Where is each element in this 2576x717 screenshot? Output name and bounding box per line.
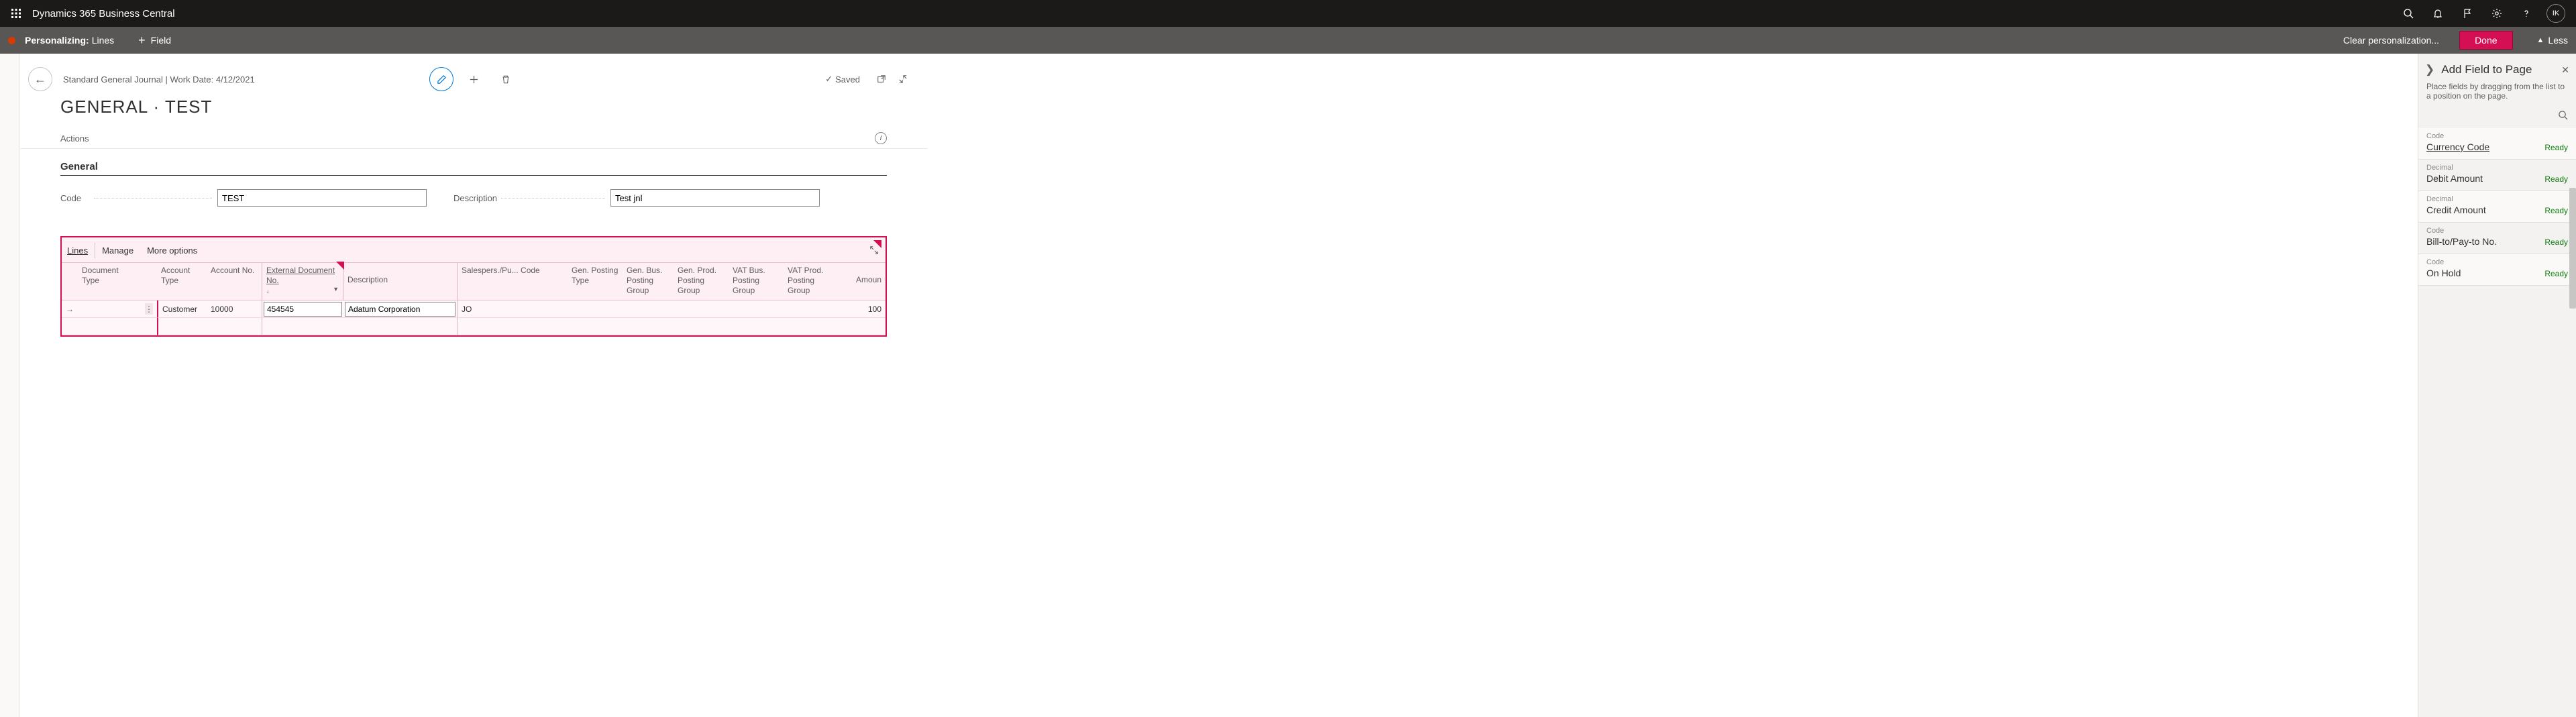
info-icon[interactable]: i — [875, 132, 887, 144]
general-fasttab-heading[interactable]: General — [60, 161, 887, 176]
cell-gen-prod-posting-group[interactable] — [674, 300, 729, 318]
tab-lines[interactable]: Lines — [67, 243, 95, 258]
cell-account-no[interactable]: 10000 — [207, 300, 262, 318]
description-field[interactable] — [610, 189, 820, 207]
lines-part: Lines Manage More options Document Type … — [60, 236, 887, 337]
field-item[interactable]: CodeBill-to/Pay-to No. Ready — [2418, 223, 2576, 254]
sort-asc-icon: ↓ — [266, 288, 270, 294]
app-launcher-icon[interactable] — [5, 3, 27, 24]
tab-more-options[interactable]: More options — [140, 243, 204, 258]
col-amount[interactable]: Amoun — [845, 262, 885, 300]
field-state: Ready — [2544, 237, 2568, 247]
code-label: Code — [60, 193, 85, 203]
chevron-up-icon: ▲ — [2537, 36, 2544, 44]
col-description[interactable]: Description — [343, 262, 458, 300]
field-name: Bill-to/Pay-to No. — [2426, 236, 2497, 247]
panel-title: Add Field to Page — [2441, 63, 2532, 76]
left-rail — [0, 54, 20, 717]
scrollbar[interactable] — [2569, 188, 2576, 309]
field-item[interactable]: Code Currency Code Ready — [2418, 128, 2576, 160]
cell-vat-bus-posting-group[interactable] — [729, 300, 784, 318]
field-type: Code — [2426, 227, 2568, 235]
field-state: Ready — [2544, 174, 2568, 184]
search-icon[interactable] — [2558, 110, 2568, 120]
notifications-icon[interactable] — [2423, 0, 2453, 27]
cell-description[interactable] — [343, 300, 458, 318]
panel-description: Place fields by dragging from the list t… — [2418, 82, 2576, 107]
field-name: Credit Amount — [2426, 205, 2486, 215]
field-state: Ready — [2544, 269, 2568, 278]
breadcrumb: Standard General Journal | Work Date: 4/… — [63, 74, 255, 85]
cell-account-type[interactable]: Customer — [157, 300, 207, 318]
actions-menu[interactable]: Actions — [60, 133, 89, 144]
field-name: On Hold — [2426, 268, 2461, 278]
record-indicator-icon — [8, 37, 15, 44]
app-title: Dynamics 365 Business Central — [32, 8, 175, 19]
field-type: Decimal — [2426, 195, 2568, 203]
add-field-button[interactable]: + Field — [138, 34, 171, 48]
field-type: Code — [2426, 132, 2568, 140]
field-type: Code — [2426, 258, 2568, 266]
col-gen-bus-posting-group[interactable]: Gen. Bus. Posting Group — [623, 262, 674, 300]
col-external-doc-no[interactable]: External Document No. ↓ ▼ — [262, 262, 343, 300]
help-icon[interactable] — [2512, 0, 2541, 27]
user-avatar[interactable]: IK — [2546, 4, 2565, 23]
cell-vat-prod-posting-group[interactable] — [784, 300, 837, 318]
field-item[interactable]: DecimalDebit Amount Ready — [2418, 160, 2576, 191]
field-item[interactable]: Decimal Credit Amount Ready — [2418, 191, 2576, 223]
search-icon[interactable] — [2394, 0, 2423, 27]
col-vat-prod-posting-group[interactable]: VAT Prod. Posting Group — [784, 262, 837, 300]
description-label: Description — [453, 193, 501, 203]
code-field[interactable] — [217, 189, 427, 207]
done-button[interactable]: Done — [2459, 31, 2512, 50]
chevron-right-icon[interactable]: ❯ — [2425, 63, 2434, 76]
personalizing-bar: Personalizing: Lines + Field Clear perso… — [0, 27, 2576, 54]
cell-document-type[interactable] — [78, 300, 141, 318]
new-button[interactable] — [462, 67, 486, 91]
cell-gen-posting-type[interactable] — [568, 300, 623, 318]
check-icon: ✓ — [825, 74, 833, 85]
edit-button[interactable] — [429, 67, 453, 91]
back-button[interactable]: ← — [28, 67, 52, 91]
field-state: Ready — [2544, 143, 2568, 152]
row-more-icon[interactable]: ⋮ — [145, 303, 153, 315]
col-vat-bus-posting-group[interactable]: VAT Bus. Posting Group — [729, 262, 784, 300]
cell-gen-bus-posting-group[interactable] — [623, 300, 674, 318]
row-selector-icon[interactable]: → — [66, 305, 74, 314]
close-icon[interactable]: ✕ — [2561, 64, 2569, 76]
col-document-type[interactable]: Document Type — [78, 262, 141, 300]
tab-manage[interactable]: Manage — [95, 243, 140, 258]
saved-indicator: ✓ Saved — [825, 74, 860, 85]
plus-icon: + — [138, 34, 146, 48]
add-field-panel: ❯ Add Field to Page ✕ Place fields by dr… — [2418, 54, 2576, 717]
flag-icon[interactable] — [2453, 0, 2482, 27]
col-account-type[interactable]: Account Type — [157, 262, 207, 300]
expand-part-icon[interactable] — [869, 245, 880, 256]
settings-icon[interactable] — [2482, 0, 2512, 27]
clear-personalization-button[interactable]: Clear personalization... — [2343, 35, 2439, 46]
field-name: Currency Code — [2426, 142, 2489, 152]
col-gen-posting-type[interactable]: Gen. Posting Type — [568, 262, 623, 300]
cell-amount[interactable]: 100 — [845, 300, 885, 318]
cell-salesperson[interactable]: JO — [458, 300, 568, 318]
page-title: GENERAL · TEST — [20, 94, 927, 128]
chevron-down-icon: ▼ — [333, 286, 339, 293]
field-type: Decimal — [2426, 164, 2568, 172]
field-item[interactable]: Code On Hold Ready — [2418, 254, 2576, 286]
cell-external-doc-no[interactable] — [262, 300, 343, 318]
col-salesperson[interactable]: Salespers./Pu... Code — [458, 262, 568, 300]
collapse-icon[interactable] — [894, 70, 912, 89]
field-name: Debit Amount — [2426, 173, 2483, 184]
less-toggle[interactable]: ▲ Less — [2537, 35, 2568, 46]
delete-button[interactable] — [494, 67, 518, 91]
app-bar: Dynamics 365 Business Central IK — [0, 0, 2576, 27]
field-state: Ready — [2544, 206, 2568, 215]
col-gen-prod-posting-group[interactable]: Gen. Prod. Posting Group — [674, 262, 729, 300]
popout-icon[interactable] — [872, 70, 891, 89]
col-account-no[interactable]: Account No. — [207, 262, 262, 300]
